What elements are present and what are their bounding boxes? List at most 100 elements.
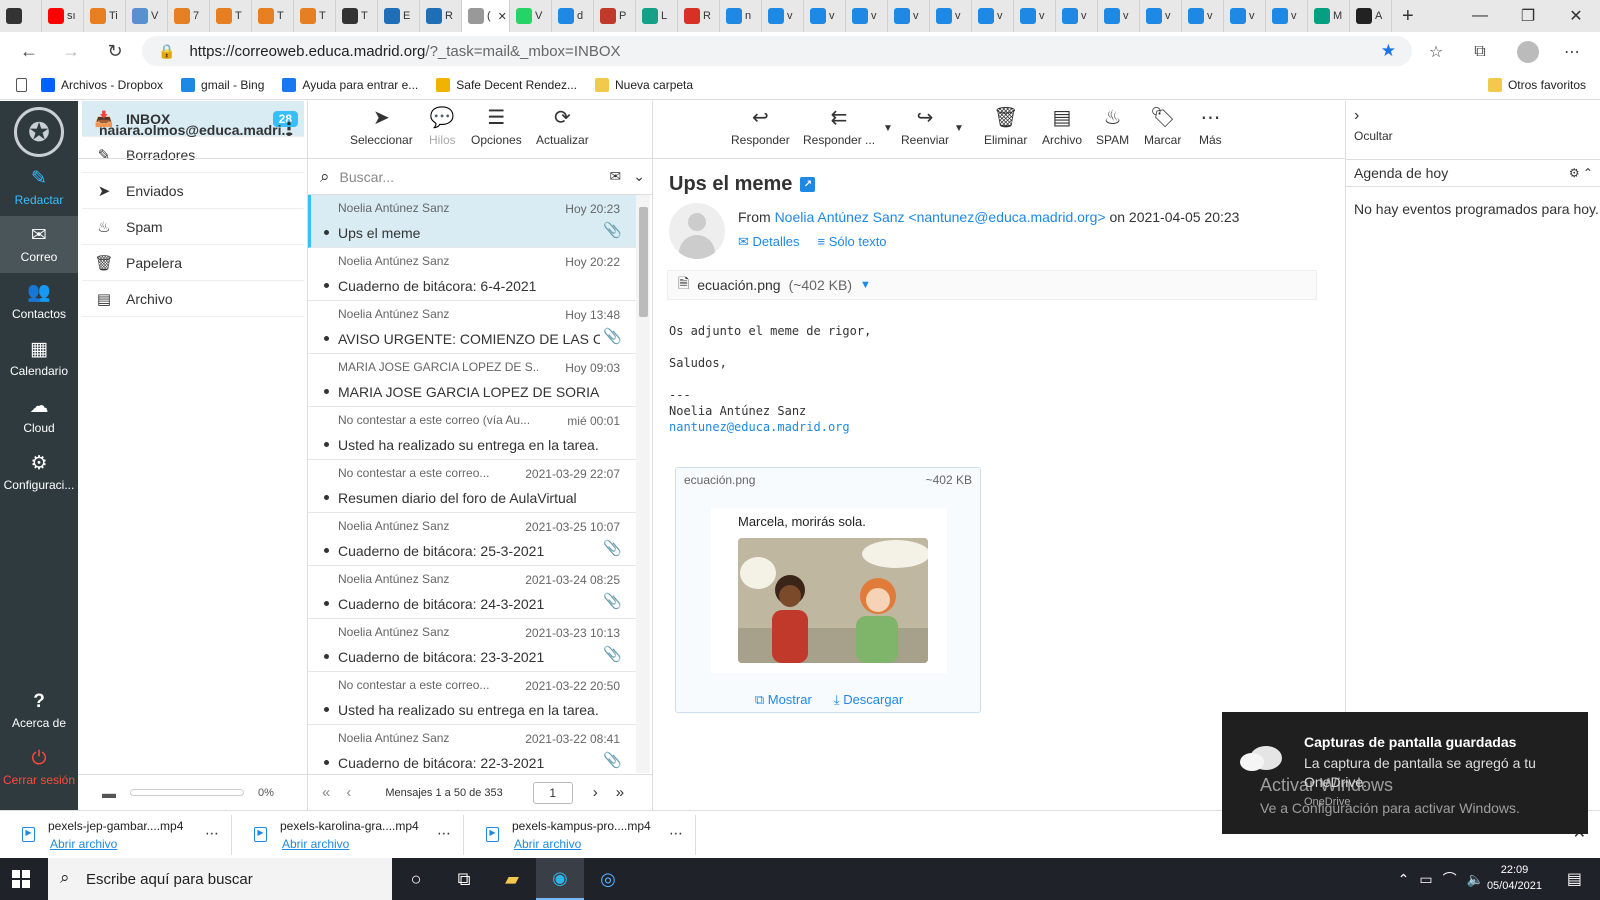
minimize-icon[interactable]: — (1456, 0, 1504, 32)
message-row[interactable]: Noelia Antúnez Sanz 2021-03-23 10:13 Cuade… (308, 619, 636, 672)
reply-all-dropdown-icon[interactable]: ▼ (883, 123, 893, 134)
browser-tab[interactable]: T (210, 0, 252, 32)
message-row[interactable]: No contestar a este correo... 2021-03-29 … (308, 460, 636, 513)
meme-thumbnail[interactable]: Marcela, morirás sola. (711, 508, 947, 673)
message-row[interactable]: No contestar a este correo... 2021-03-22 … (308, 672, 636, 725)
download-button[interactable]: ⤓ Descargar (834, 692, 903, 708)
message-row[interactable]: Noelia Antúnez Sanz 2021-03-25 10:07 Cuade… (308, 513, 636, 566)
prev-page-icon[interactable]: ‹ (346, 784, 351, 801)
browser-tab[interactable]: v (972, 0, 1014, 32)
nav-cloud[interactable]: ☁ Cloud (0, 387, 78, 444)
restore-icon[interactable]: ❐ (1504, 0, 1552, 32)
folder-item-enviados[interactable]: ➤ Enviados (82, 173, 304, 209)
nav-contacts[interactable]: 👥 Contactos (0, 273, 78, 330)
hide-pane-button[interactable]: › Ocultar (1354, 107, 1393, 143)
forward-button[interactable]: ↪ Reenviar (901, 107, 949, 147)
mark-button[interactable]: 🏷 Marcar (1144, 107, 1181, 147)
browser-tab[interactable]: sı (42, 0, 84, 32)
browser-tab[interactable]: T (294, 0, 336, 32)
browser-tab[interactable]: v (1140, 0, 1182, 32)
browser-tab[interactable]: v (1098, 0, 1140, 32)
folder-item-spam[interactable]: ♨ Spam (82, 209, 304, 245)
envelope-filter-icon[interactable]: ✉ (610, 168, 622, 185)
last-page-icon[interactable]: » (616, 784, 624, 801)
attachment-list[interactable]: 🗎 ecuación.png (~402 KB) ▼ (667, 270, 1317, 300)
reply-all-button[interactable]: ⇇ Responder ... (803, 107, 875, 147)
archive-button[interactable]: ▤ Archivo (1042, 107, 1082, 147)
page-input[interactable]: 1 (532, 781, 573, 804)
browser-tab[interactable]: (✕ (462, 0, 510, 32)
cortana-icon[interactable]: ○ (392, 858, 440, 900)
bookmark-item[interactable]: Archivos - Dropbox (41, 77, 163, 92)
message-row[interactable]: MARIA JOSE GARCIA LOPEZ DE S... Hoy 09:03… (308, 354, 636, 407)
browser-tab[interactable]: L (636, 0, 678, 32)
search-box[interactable]: ⌕ Buscar... ✉ ⌄ (308, 159, 653, 195)
browser-tab[interactable]: v (846, 0, 888, 32)
url-bar[interactable]: 🔒 https://correoweb.educa.madrid.org/?_t… (142, 36, 1412, 66)
signature-email-link[interactable]: nantunez@educa.madrid.org (669, 420, 850, 434)
bookmark-item[interactable]: Ayuda para entrar e... (282, 77, 418, 92)
network-icon[interactable]: ⌒ (1443, 869, 1457, 889)
browser-tab[interactable]: E (378, 0, 420, 32)
close-window-icon[interactable]: ✕ (1552, 0, 1600, 32)
download-item[interactable]: ▶ pexels-kampus-pro....mp4 Abrir archivo ⋯ (464, 814, 696, 855)
browser-tab[interactable]: T (252, 0, 294, 32)
system-clock[interactable]: 22:09 05/04/2021 (1487, 862, 1542, 894)
new-tab-icon[interactable]: + (1402, 5, 1414, 28)
profile-avatar-icon[interactable] (1514, 38, 1542, 66)
browser-tab[interactable]: v (1224, 0, 1266, 32)
open-file-link[interactable]: Abrir archivo (50, 837, 117, 851)
browser-tab[interactable]: v (762, 0, 804, 32)
bookmark-item[interactable]: Safe Decent Rendez... (436, 77, 577, 92)
browser-tab[interactable]: R (420, 0, 462, 32)
browser-tab[interactable]: v (930, 0, 972, 32)
select-button[interactable]: ➤ Seleccionar (350, 107, 413, 147)
browser-tab[interactable] (0, 0, 42, 32)
reply-button[interactable]: ↩ Responder (731, 107, 790, 147)
browser-tab[interactable]: P (594, 0, 636, 32)
nav-logout[interactable]: ⏻ Cerrar sesión (0, 739, 78, 796)
browser-tab[interactable]: v (804, 0, 846, 32)
nav-mail[interactable]: ✉ Correo (0, 216, 78, 273)
browser-tab[interactable]: V (126, 0, 168, 32)
details-link[interactable]: ✉ Detalles (738, 234, 800, 250)
notification-center-icon[interactable]: ▤ (1567, 869, 1582, 889)
threads-button[interactable]: 💬 Hilos (429, 107, 456, 147)
edge-icon[interactable]: ◉ (536, 858, 584, 900)
sender-link[interactable]: Noelia Antúnez Sanz <nantunez@educa.madr… (775, 209, 1106, 225)
browser-tab[interactable]: R (678, 0, 720, 32)
message-row[interactable]: No contestar a este correo (vía Au... mié… (308, 407, 636, 460)
bookmark-star-icon[interactable]: ★ (1381, 41, 1396, 61)
browser-tab[interactable]: V (510, 0, 552, 32)
browser-tab[interactable]: v (1056, 0, 1098, 32)
folder-item-papelera[interactable]: 🗑 Papelera (82, 245, 304, 281)
show-button[interactable]: ⧉ Mostrar (755, 692, 812, 708)
browser-tab[interactable]: M (1308, 0, 1350, 32)
more-button[interactable]: ⋯ Más (1199, 107, 1222, 147)
chevron-down-icon[interactable]: ⌄ (633, 168, 645, 185)
delete-button[interactable]: 🗑 Eliminar (984, 107, 1027, 147)
open-file-link[interactable]: Abrir archivo (282, 837, 349, 851)
nav-calendar[interactable]: ▦ Calendario (0, 330, 78, 387)
volume-icon[interactable]: 🔈 (1467, 871, 1484, 888)
browser-tab[interactable]: v (1182, 0, 1224, 32)
browser-tab[interactable]: 7 (168, 0, 210, 32)
next-page-icon[interactable]: › (593, 784, 598, 801)
browser-menu-icon[interactable]: ⋯ (1558, 38, 1586, 66)
download-menu-icon[interactable]: ⋯ (669, 825, 683, 842)
agenda-settings-icon[interactable]: ⚙ ⌃ (1569, 166, 1593, 180)
browser-tab[interactable]: v (1014, 0, 1056, 32)
bookmark-item[interactable]: Nueva carpeta (595, 77, 693, 92)
download-item[interactable]: ▶ pexels-karolina-gra....mp4 Abrir archivo… (232, 814, 464, 855)
list-scrollbar[interactable] (636, 195, 650, 773)
open-file-link[interactable]: Abrir archivo (514, 837, 581, 851)
windows-start-icon[interactable] (12, 870, 30, 888)
browser-tab[interactable]: Ti (84, 0, 126, 32)
browser-tab[interactable]: v (888, 0, 930, 32)
back-icon[interactable]: ← (12, 34, 46, 68)
message-row[interactable]: Noelia Antúnez Sanz Hoy 20:22 Cuaderno de … (308, 248, 636, 301)
options-button[interactable]: ☰ Opciones (471, 107, 522, 147)
spam-button[interactable]: ♨ SPAM (1096, 107, 1129, 147)
browser-tab[interactable]: T (336, 0, 378, 32)
chevron-up-icon[interactable]: ⌃ (1398, 871, 1410, 888)
